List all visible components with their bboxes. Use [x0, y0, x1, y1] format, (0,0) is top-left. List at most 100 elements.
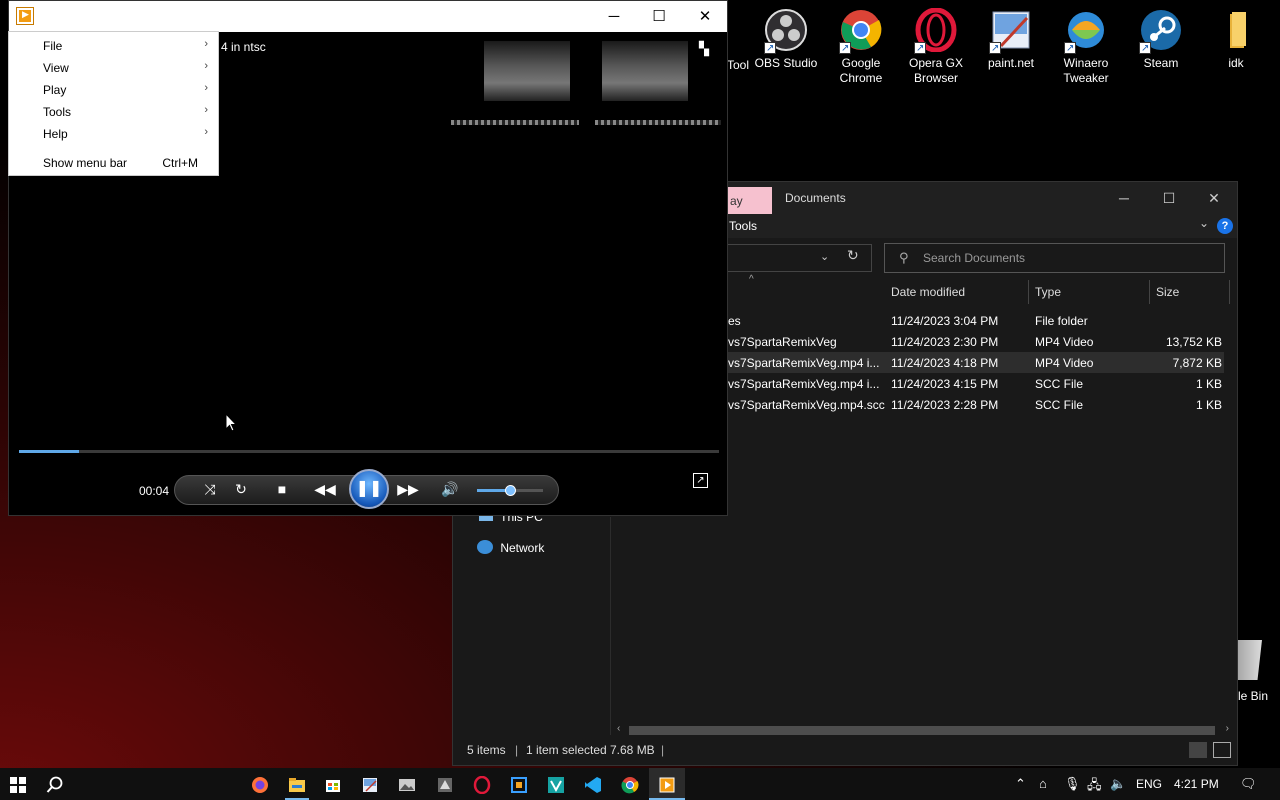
file-row[interactable]: vs7SpartaRemixVeg.mp4.scc 11/24/2023 2:2…	[728, 394, 1224, 415]
desktop-icon-label: Opera GX Browser	[908, 56, 964, 85]
notifications-icon[interactable]: 🗨	[1240, 776, 1257, 792]
file-row-selected[interactable]: vs7SpartaRemixVeg.mp4 i... 11/24/2023 4:…	[728, 352, 1224, 373]
paint-net-icon[interactable]	[361, 776, 379, 794]
microphone-icon[interactable]: 🎙	[1064, 776, 1081, 792]
status-bar: 5 items | 1 item selected 7.68 MB |	[453, 735, 1237, 765]
obs-studio-icon	[764, 8, 808, 56]
file-row[interactable]: vs7SpartaRemixVeg 11/24/2023 2:30 PM MP4…	[728, 331, 1224, 352]
file-name: vs7SpartaRemixVeg.mp4.scc	[728, 398, 885, 412]
search-icon: ⚲	[899, 250, 909, 265]
network-tool-icon[interactable]	[436, 776, 454, 794]
paint-net-icon	[989, 8, 1033, 56]
explorer-tab[interactable]: ay	[726, 187, 772, 214]
refresh-icon[interactable]: ↻	[847, 247, 859, 264]
column-header-date[interactable]: Date modified	[885, 280, 1029, 304]
file-row[interactable]: es 11/24/2023 3:04 PM File folder	[728, 310, 1224, 331]
close-button[interactable]: ✕	[682, 1, 728, 32]
close-button[interactable]: ✕	[1191, 182, 1237, 214]
details-view-icon[interactable]	[1189, 742, 1207, 758]
large-icons-view-icon[interactable]	[1213, 742, 1231, 758]
switch-layout-icon[interactable]: ▚	[699, 41, 709, 57]
file-date: 11/24/2023 4:18 PM	[891, 356, 999, 370]
start-windows-icon[interactable]	[9, 776, 27, 794]
file-explorer-icon[interactable]	[288, 776, 306, 794]
desktop-icon-idk[interactable]: idk	[1199, 0, 1273, 71]
maximize-button[interactable]: ☐	[636, 1, 682, 32]
desktop-icon-label: Winaero Tweaker	[1063, 56, 1109, 85]
previous-icon[interactable]: ◀◀	[314, 481, 336, 498]
snipping-tool-icon[interactable]	[510, 776, 528, 794]
menu-item-label: Help	[43, 127, 68, 141]
menu-item-tools[interactable]: Tools ›	[9, 101, 218, 123]
nav-item-label: Network	[500, 541, 545, 555]
recycle-bin-label: le Bin	[1238, 689, 1269, 703]
desktop-icon-opera-gx[interactable]: Opera GX Browser	[899, 0, 973, 86]
file-size: 7,872 KB	[1172, 356, 1222, 370]
device-icon[interactable]: ⌂	[1039, 776, 1047, 791]
ribbon-tab-tools[interactable]: Tools	[729, 219, 757, 233]
desktop-icon-steam[interactable]: Steam	[1124, 0, 1198, 71]
submenu-arrow-icon: ›	[204, 82, 208, 94]
desktop-icon-google-chrome[interactable]: Google Chrome	[824, 0, 898, 86]
menu-item-label: File	[43, 39, 63, 53]
photos-icon[interactable]	[398, 776, 416, 794]
chrome-icon	[839, 8, 883, 56]
scroll-right-icon[interactable]: ›	[1226, 723, 1229, 734]
menu-item-show-menu-bar[interactable]: Show menu bar Ctrl+M	[9, 152, 218, 174]
network-status-icon[interactable]: 🖧	[1087, 776, 1102, 798]
media-player-app-icon	[16, 7, 34, 25]
menu-item-play[interactable]: Play ›	[9, 79, 218, 101]
ribbon-expand-chevron-icon[interactable]: ⌄	[1199, 216, 1209, 230]
stop-icon[interactable]: ■	[271, 481, 293, 497]
desktop-icon-obs-studio[interactable]: OBS Studio	[749, 0, 823, 71]
scrollbar-thumb[interactable]	[629, 726, 1215, 735]
vegas-pro-icon[interactable]	[547, 776, 565, 794]
file-date: 11/24/2023 4:15 PM	[891, 377, 999, 391]
input-language[interactable]: ENG	[1136, 777, 1162, 791]
mouse-cursor-icon	[225, 413, 237, 432]
volume-icon[interactable]: 🔈	[1110, 776, 1126, 792]
vs-code-icon[interactable]	[584, 776, 602, 794]
desktop-icon-label: idk	[1228, 56, 1244, 70]
pause-button[interactable]: ❚❚	[349, 469, 389, 509]
chrome-icon[interactable]	[621, 776, 639, 794]
menu-item-help[interactable]: Help ›	[9, 123, 218, 145]
firefox-icon[interactable]	[251, 776, 269, 794]
repeat-icon[interactable]: ↻	[230, 481, 252, 498]
file-name: vs7SpartaRemixVeg	[728, 335, 837, 349]
next-icon[interactable]: ▶▶	[397, 481, 419, 498]
menu-item-file[interactable]: File ›	[9, 35, 218, 57]
nav-pane-divider[interactable]	[610, 517, 611, 737]
nav-item-network[interactable]: Network	[477, 540, 544, 555]
menu-item-view[interactable]: View ›	[9, 57, 218, 79]
menu-item-label: Show menu bar	[43, 156, 128, 170]
search-placeholder: Search Documents	[923, 251, 1026, 265]
address-history-chevron-icon[interactable]: ⌄	[820, 250, 829, 263]
shuffle-icon[interactable]: ⤨	[199, 481, 221, 498]
show-hidden-icons-icon[interactable]: ⌃	[1015, 776, 1026, 792]
switch-to-now-playing-icon[interactable]: ↗	[693, 473, 708, 488]
search-icon[interactable]	[46, 776, 64, 794]
taskbar-media-player-button[interactable]	[649, 768, 685, 800]
player-titlebar[interactable]: ─ ☐ ✕	[9, 1, 727, 32]
microsoft-store-icon[interactable]	[324, 776, 342, 794]
desktop-icon-winaero-tweaker[interactable]: Winaero Tweaker	[1049, 0, 1123, 86]
file-row[interactable]: vs7SpartaRemixVeg.mp4 i... 11/24/2023 4:…	[728, 373, 1224, 394]
column-header-type[interactable]: Type	[1029, 280, 1150, 304]
file-size: 13,752 KB	[1165, 335, 1222, 349]
minimize-button[interactable]: ─	[591, 1, 637, 32]
minimize-button[interactable]: ─	[1101, 182, 1147, 214]
clock[interactable]: 4:21 PM	[1174, 777, 1219, 791]
opera-gx-icon[interactable]	[473, 776, 491, 794]
taskbar: ⌃ ⌂ 🎙 🖧 🔈 ENG 4:21 PM 🗨	[0, 768, 1280, 800]
maximize-button[interactable]: ☐	[1146, 182, 1192, 214]
scroll-left-icon[interactable]: ‹	[617, 723, 620, 734]
seek-bar[interactable]	[19, 450, 719, 453]
search-input[interactable]: ⚲ Search Documents	[884, 243, 1225, 273]
column-header-size[interactable]: Size	[1150, 280, 1230, 304]
help-icon[interactable]: ?	[1217, 218, 1233, 234]
file-size: 1 KB	[1195, 398, 1222, 412]
mute-icon[interactable]: 🔊	[439, 481, 461, 498]
desktop-icon-paint-net[interactable]: paint.net	[974, 0, 1048, 71]
file-name: vs7SpartaRemixVeg.mp4 i...	[728, 356, 880, 370]
